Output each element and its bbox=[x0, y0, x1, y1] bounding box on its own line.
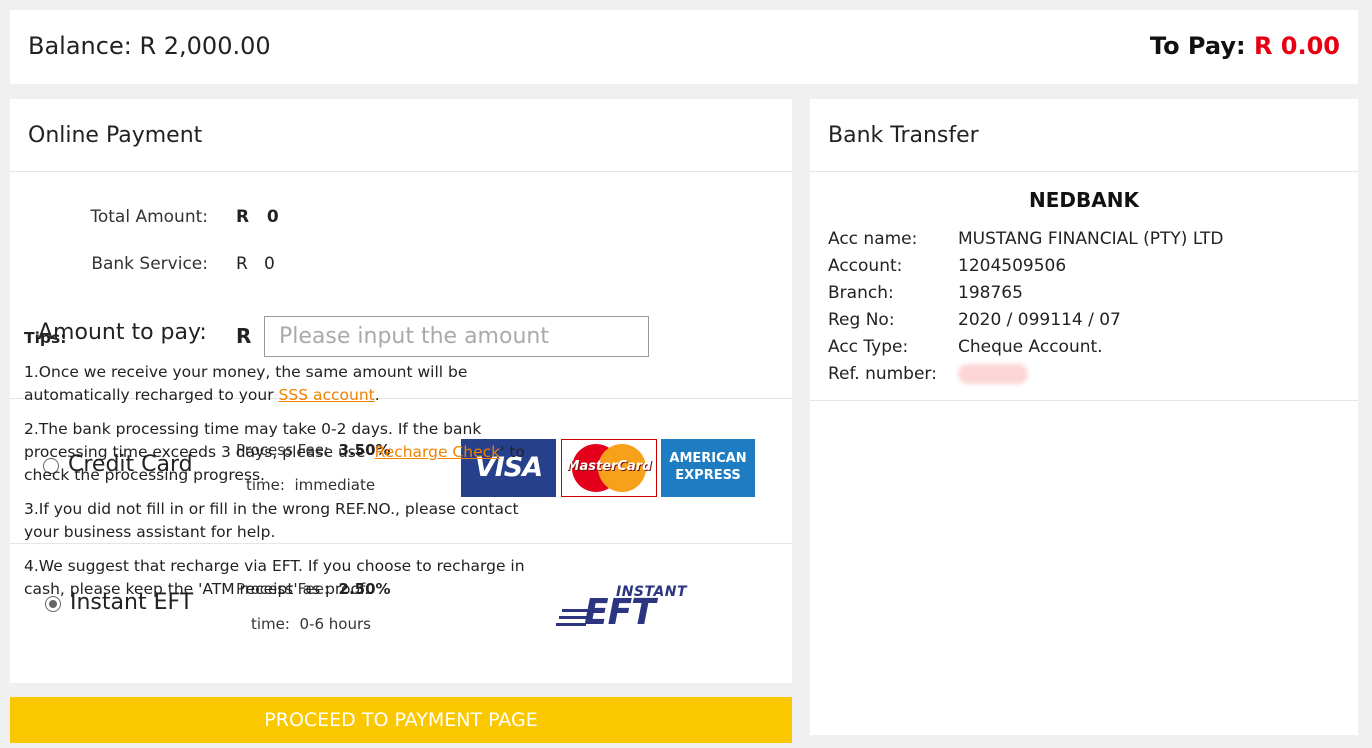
mastercard-logo-icon: MasterCard bbox=[561, 439, 657, 497]
to-pay: To Pay: R 0.00 bbox=[1150, 32, 1340, 60]
sss-account-link[interactable]: SSS account bbox=[279, 386, 375, 404]
bank-transfer-title: Bank Transfer bbox=[810, 99, 1358, 172]
bank-transfer-panel: Bank Transfer NEDBANK Acc name: MUSTANG F… bbox=[810, 99, 1358, 735]
bank-service-value: R 0 bbox=[236, 254, 275, 274]
instant-eft-logo-icon: INSTANT EFT bbox=[556, 584, 687, 634]
bank-row-acc-type: Acc Type: Cheque Account. bbox=[828, 337, 1103, 357]
amex-logo-icon: AMERICAN EXPRESS bbox=[661, 439, 755, 497]
tip-3: 3.If you did not fill in or fill in the … bbox=[24, 500, 519, 541]
tip-2: 2.The bank processing time may take 0-2 … bbox=[24, 420, 525, 484]
tip-4: 4.We suggest that recharge via EFT. If y… bbox=[24, 557, 525, 598]
bank-name: NEDBANK bbox=[1029, 188, 1139, 212]
balance-label: Balance: bbox=[28, 32, 132, 60]
ref-number-redacted bbox=[958, 364, 1028, 384]
balance-bar: Balance: R 2,000.00 To Pay: R 0.00 bbox=[10, 10, 1358, 84]
instant-eft-time: time: 0-6 hours bbox=[251, 615, 371, 633]
bank-row-ref-number: Ref. number: bbox=[828, 364, 1028, 384]
proceed-to-payment-button[interactable]: PROCEED TO PAYMENT PAGE bbox=[10, 697, 792, 743]
bank-row-account: Account: 1204509506 bbox=[828, 256, 1067, 276]
total-currency: R bbox=[236, 207, 250, 227]
time-value: 0-6 hours bbox=[299, 615, 371, 633]
tips-section: Tips: 1.Once we receive your money, the … bbox=[24, 327, 534, 612]
bank-details: NEDBANK Acc name: MUSTANG FINANCIAL (PTY)… bbox=[810, 172, 1358, 401]
bank-service-label: Bank Service: bbox=[91, 254, 208, 274]
service-currency: R bbox=[236, 254, 248, 274]
recharge-check-link[interactable]: Recharge Check bbox=[375, 443, 501, 461]
to-pay-value: R 0.00 bbox=[1253, 32, 1340, 60]
online-payment-title: Online Payment bbox=[10, 99, 792, 172]
to-pay-label: To Pay: bbox=[1149, 32, 1246, 60]
time-label: time: bbox=[251, 615, 290, 633]
tip-1: 1.Once we receive your money, the same a… bbox=[24, 363, 468, 404]
total-amount-label: Total Amount: bbox=[90, 207, 208, 227]
total-amount-value: R 0 bbox=[236, 207, 279, 227]
total-number: 0 bbox=[266, 207, 279, 227]
bank-row-acc-name: Acc name: MUSTANG FINANCIAL (PTY) LTD bbox=[828, 229, 1224, 249]
service-number: 0 bbox=[264, 254, 275, 274]
bank-row-reg-no: Reg No: 2020 / 099114 / 07 bbox=[828, 310, 1121, 330]
tips-title: Tips: bbox=[24, 329, 67, 347]
bank-row-branch: Branch: 198765 bbox=[828, 283, 1023, 303]
balance-value: R 2,000.00 bbox=[139, 32, 271, 60]
balance: Balance: R 2,000.00 bbox=[28, 32, 271, 60]
